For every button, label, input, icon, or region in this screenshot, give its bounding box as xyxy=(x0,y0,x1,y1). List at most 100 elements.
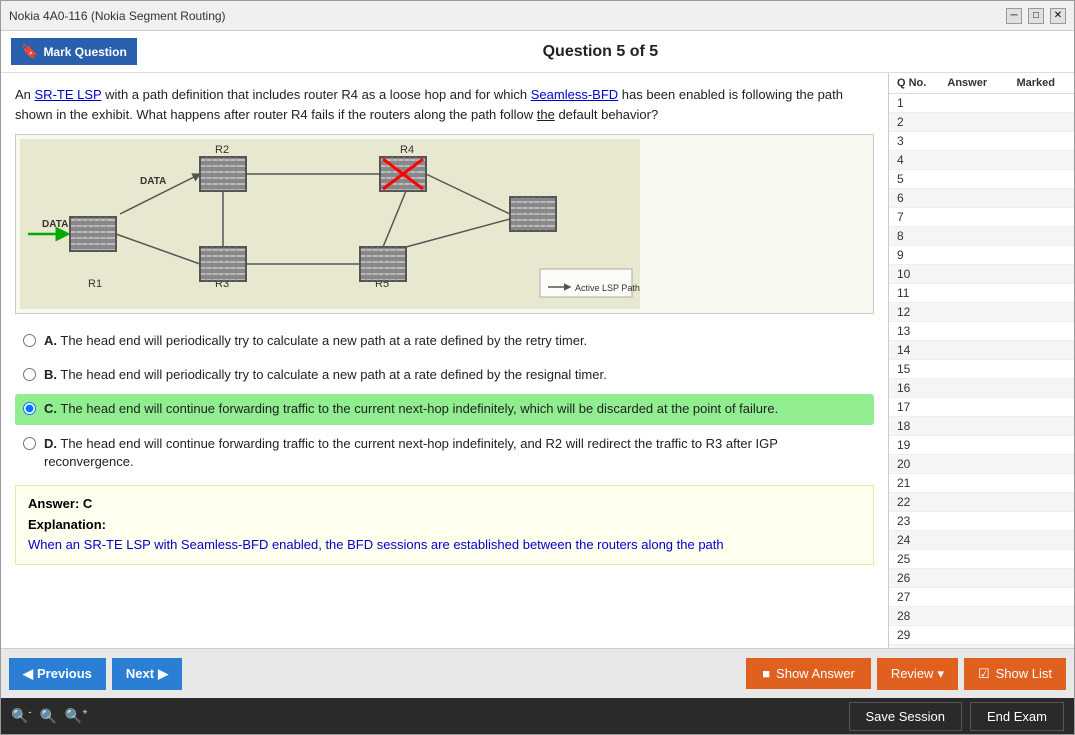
bookmark-icon: 🔖 xyxy=(21,43,38,60)
show-answer-label: Show Answer xyxy=(776,666,855,681)
question-list-item[interactable]: 10 xyxy=(889,265,1074,284)
explanation-label: Explanation: xyxy=(28,517,861,532)
question-text: An SR-TE LSP with a path definition that… xyxy=(15,85,874,124)
svg-text:R1: R1 xyxy=(88,278,102,290)
option-c-radio[interactable] xyxy=(23,402,36,415)
question-title: Question 5 of 5 xyxy=(137,43,1064,61)
review-dropdown-icon: ▾ xyxy=(937,666,944,682)
question-list-item[interactable]: 12 xyxy=(889,303,1074,322)
q-number: 1 xyxy=(893,96,933,110)
previous-label: Previous xyxy=(37,666,92,681)
show-answer-icon: ■ xyxy=(762,666,770,681)
question-list-item[interactable]: 13 xyxy=(889,322,1074,341)
right-panel: Q No. Answer Marked 12345678910111213141… xyxy=(889,73,1074,648)
q-number: 10 xyxy=(893,267,933,281)
q-number: 3 xyxy=(893,134,933,148)
q-number: 5 xyxy=(893,172,933,186)
mark-question-button[interactable]: 🔖 Mark Question xyxy=(11,38,137,65)
network-svg: R2 R4 R6 R1 R3 R5 DATA xyxy=(20,139,640,309)
title-bar: Nokia 4A0-116 (Nokia Segment Routing) ─ … xyxy=(1,1,1074,31)
question-list-item[interactable]: 1 xyxy=(889,94,1074,113)
right-panel-header: Q No. Answer Marked xyxy=(889,73,1074,94)
q-number: 12 xyxy=(893,305,933,319)
question-list-item[interactable]: 8 xyxy=(889,227,1074,246)
next-arrow-icon: ▶ xyxy=(158,666,168,682)
question-list-item[interactable]: 23 xyxy=(889,512,1074,531)
question-list-item[interactable]: 18 xyxy=(889,417,1074,436)
option-b: B. The head end will periodically try to… xyxy=(15,360,874,390)
q-number: 22 xyxy=(893,495,933,509)
next-button[interactable]: Next ▶ xyxy=(112,658,182,690)
network-diagram: R2 R4 R6 R1 R3 R5 DATA xyxy=(20,139,640,309)
q-number: 21 xyxy=(893,476,933,490)
option-d-radio[interactable] xyxy=(23,437,36,450)
previous-button[interactable]: ◀ Previous xyxy=(9,658,106,690)
zoom-out-button[interactable]: 🔍- xyxy=(11,707,31,725)
maximize-button[interactable]: □ xyxy=(1028,8,1044,24)
option-c: C. The head end will continue forwarding… xyxy=(15,394,874,424)
window-controls: ─ □ ✕ xyxy=(1006,8,1066,24)
question-list-item[interactable]: 6 xyxy=(889,189,1074,208)
q-number: 20 xyxy=(893,457,933,471)
question-list-item[interactable]: 2 xyxy=(889,113,1074,132)
question-list-item[interactable]: 11 xyxy=(889,284,1074,303)
question-list-item[interactable]: 29 xyxy=(889,626,1074,645)
question-list-item[interactable]: 20 xyxy=(889,455,1074,474)
minimize-button[interactable]: ─ xyxy=(1006,8,1022,24)
q-number: 2 xyxy=(893,115,933,129)
header-marked: Marked xyxy=(1002,77,1071,89)
zoom-reset-button[interactable]: 🔍 xyxy=(39,708,56,725)
q-number: 16 xyxy=(893,381,933,395)
question-list-item[interactable]: 17 xyxy=(889,398,1074,417)
save-session-button[interactable]: Save Session xyxy=(849,702,963,731)
question-list: 1234567891011121314151617181920212223242… xyxy=(889,94,1074,648)
show-list-button[interactable]: ☑ Show List xyxy=(964,658,1066,690)
q-number: 8 xyxy=(893,229,933,243)
q-number: 9 xyxy=(893,248,933,262)
question-list-item[interactable]: 3 xyxy=(889,132,1074,151)
close-button[interactable]: ✕ xyxy=(1050,8,1066,24)
option-d: D. The head end will continue forwarding… xyxy=(15,429,874,477)
question-panel: An SR-TE LSP with a path definition that… xyxy=(1,73,889,648)
mark-question-label: Mark Question xyxy=(43,45,126,59)
question-list-item[interactable]: 9 xyxy=(889,246,1074,265)
svg-text:R2: R2 xyxy=(215,144,229,156)
prev-arrow-icon: ◀ xyxy=(23,666,33,682)
q-number: 19 xyxy=(893,438,933,452)
question-list-item[interactable]: 19 xyxy=(889,436,1074,455)
option-c-text: C. The head end will continue forwarding… xyxy=(44,400,778,418)
q-number: 28 xyxy=(893,609,933,623)
question-list-item[interactable]: 7 xyxy=(889,208,1074,227)
question-list-item[interactable]: 4 xyxy=(889,151,1074,170)
save-session-label: Save Session xyxy=(866,709,946,724)
show-answer-button[interactable]: ■ Show Answer xyxy=(746,658,871,689)
question-list-item[interactable]: 25 xyxy=(889,550,1074,569)
q-number: 24 xyxy=(893,533,933,547)
svg-text:DATA: DATA xyxy=(42,219,68,230)
question-list-item[interactable]: 26 xyxy=(889,569,1074,588)
q-number: 14 xyxy=(893,343,933,357)
question-list-item[interactable]: 21 xyxy=(889,474,1074,493)
q-number: 29 xyxy=(893,628,933,642)
question-list-item[interactable]: 28 xyxy=(889,607,1074,626)
zoom-in-button[interactable]: 🔍+ xyxy=(65,707,88,725)
question-list-item[interactable]: 24 xyxy=(889,531,1074,550)
option-a-radio[interactable] xyxy=(23,334,36,347)
question-list-item[interactable]: 15 xyxy=(889,360,1074,379)
option-b-radio[interactable] xyxy=(23,368,36,381)
q-number: 17 xyxy=(893,400,933,414)
show-list-check-icon: ☑ xyxy=(978,666,990,682)
option-a: A. The head end will periodically try to… xyxy=(15,326,874,356)
question-list-item[interactable]: 14 xyxy=(889,341,1074,360)
header-qno: Q No. xyxy=(893,77,933,89)
q-number: 26 xyxy=(893,571,933,585)
option-a-text: A. The head end will periodically try to… xyxy=(44,332,587,350)
question-list-item[interactable]: 27 xyxy=(889,588,1074,607)
q-number: 23 xyxy=(893,514,933,528)
end-exam-button[interactable]: End Exam xyxy=(970,702,1064,731)
question-list-item[interactable]: 22 xyxy=(889,493,1074,512)
review-button[interactable]: Review ▾ xyxy=(877,658,958,690)
question-list-item[interactable]: 5 xyxy=(889,170,1074,189)
svg-text:DATA: DATA xyxy=(140,176,166,187)
question-list-item[interactable]: 16 xyxy=(889,379,1074,398)
